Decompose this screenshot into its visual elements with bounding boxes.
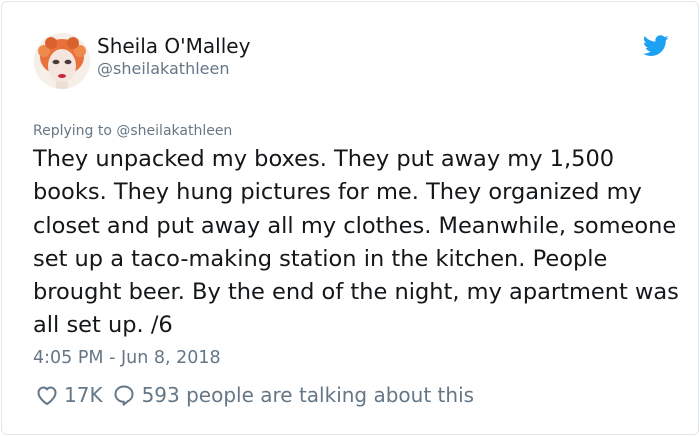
tweet-text: They unpacked my boxes. They put away my… (33, 146, 679, 339)
avatar-image (34, 33, 90, 89)
conversation-count[interactable]: 593 people are talking about this (142, 383, 474, 407)
reply-context[interactable]: Replying to @sheilakathleen (33, 121, 232, 141)
avatar[interactable] (34, 33, 90, 89)
heart-icon[interactable] (35, 383, 59, 407)
twitter-bird-icon[interactable] (643, 35, 669, 57)
display-name[interactable]: Sheila O'Malley (97, 33, 250, 59)
timestamp[interactable]: 4:05 PM - Jun 8, 2018 (33, 346, 221, 370)
user-handle[interactable]: @sheilakathleen (97, 58, 230, 80)
engagement-bar: 17K 593 people are talking about this (35, 381, 474, 409)
speech-bubble-icon[interactable] (112, 383, 136, 407)
like-count: 17K (64, 383, 103, 407)
tweet-card[interactable]: Sheila O'Malley @sheilakathleen Replying… (1, 1, 699, 435)
